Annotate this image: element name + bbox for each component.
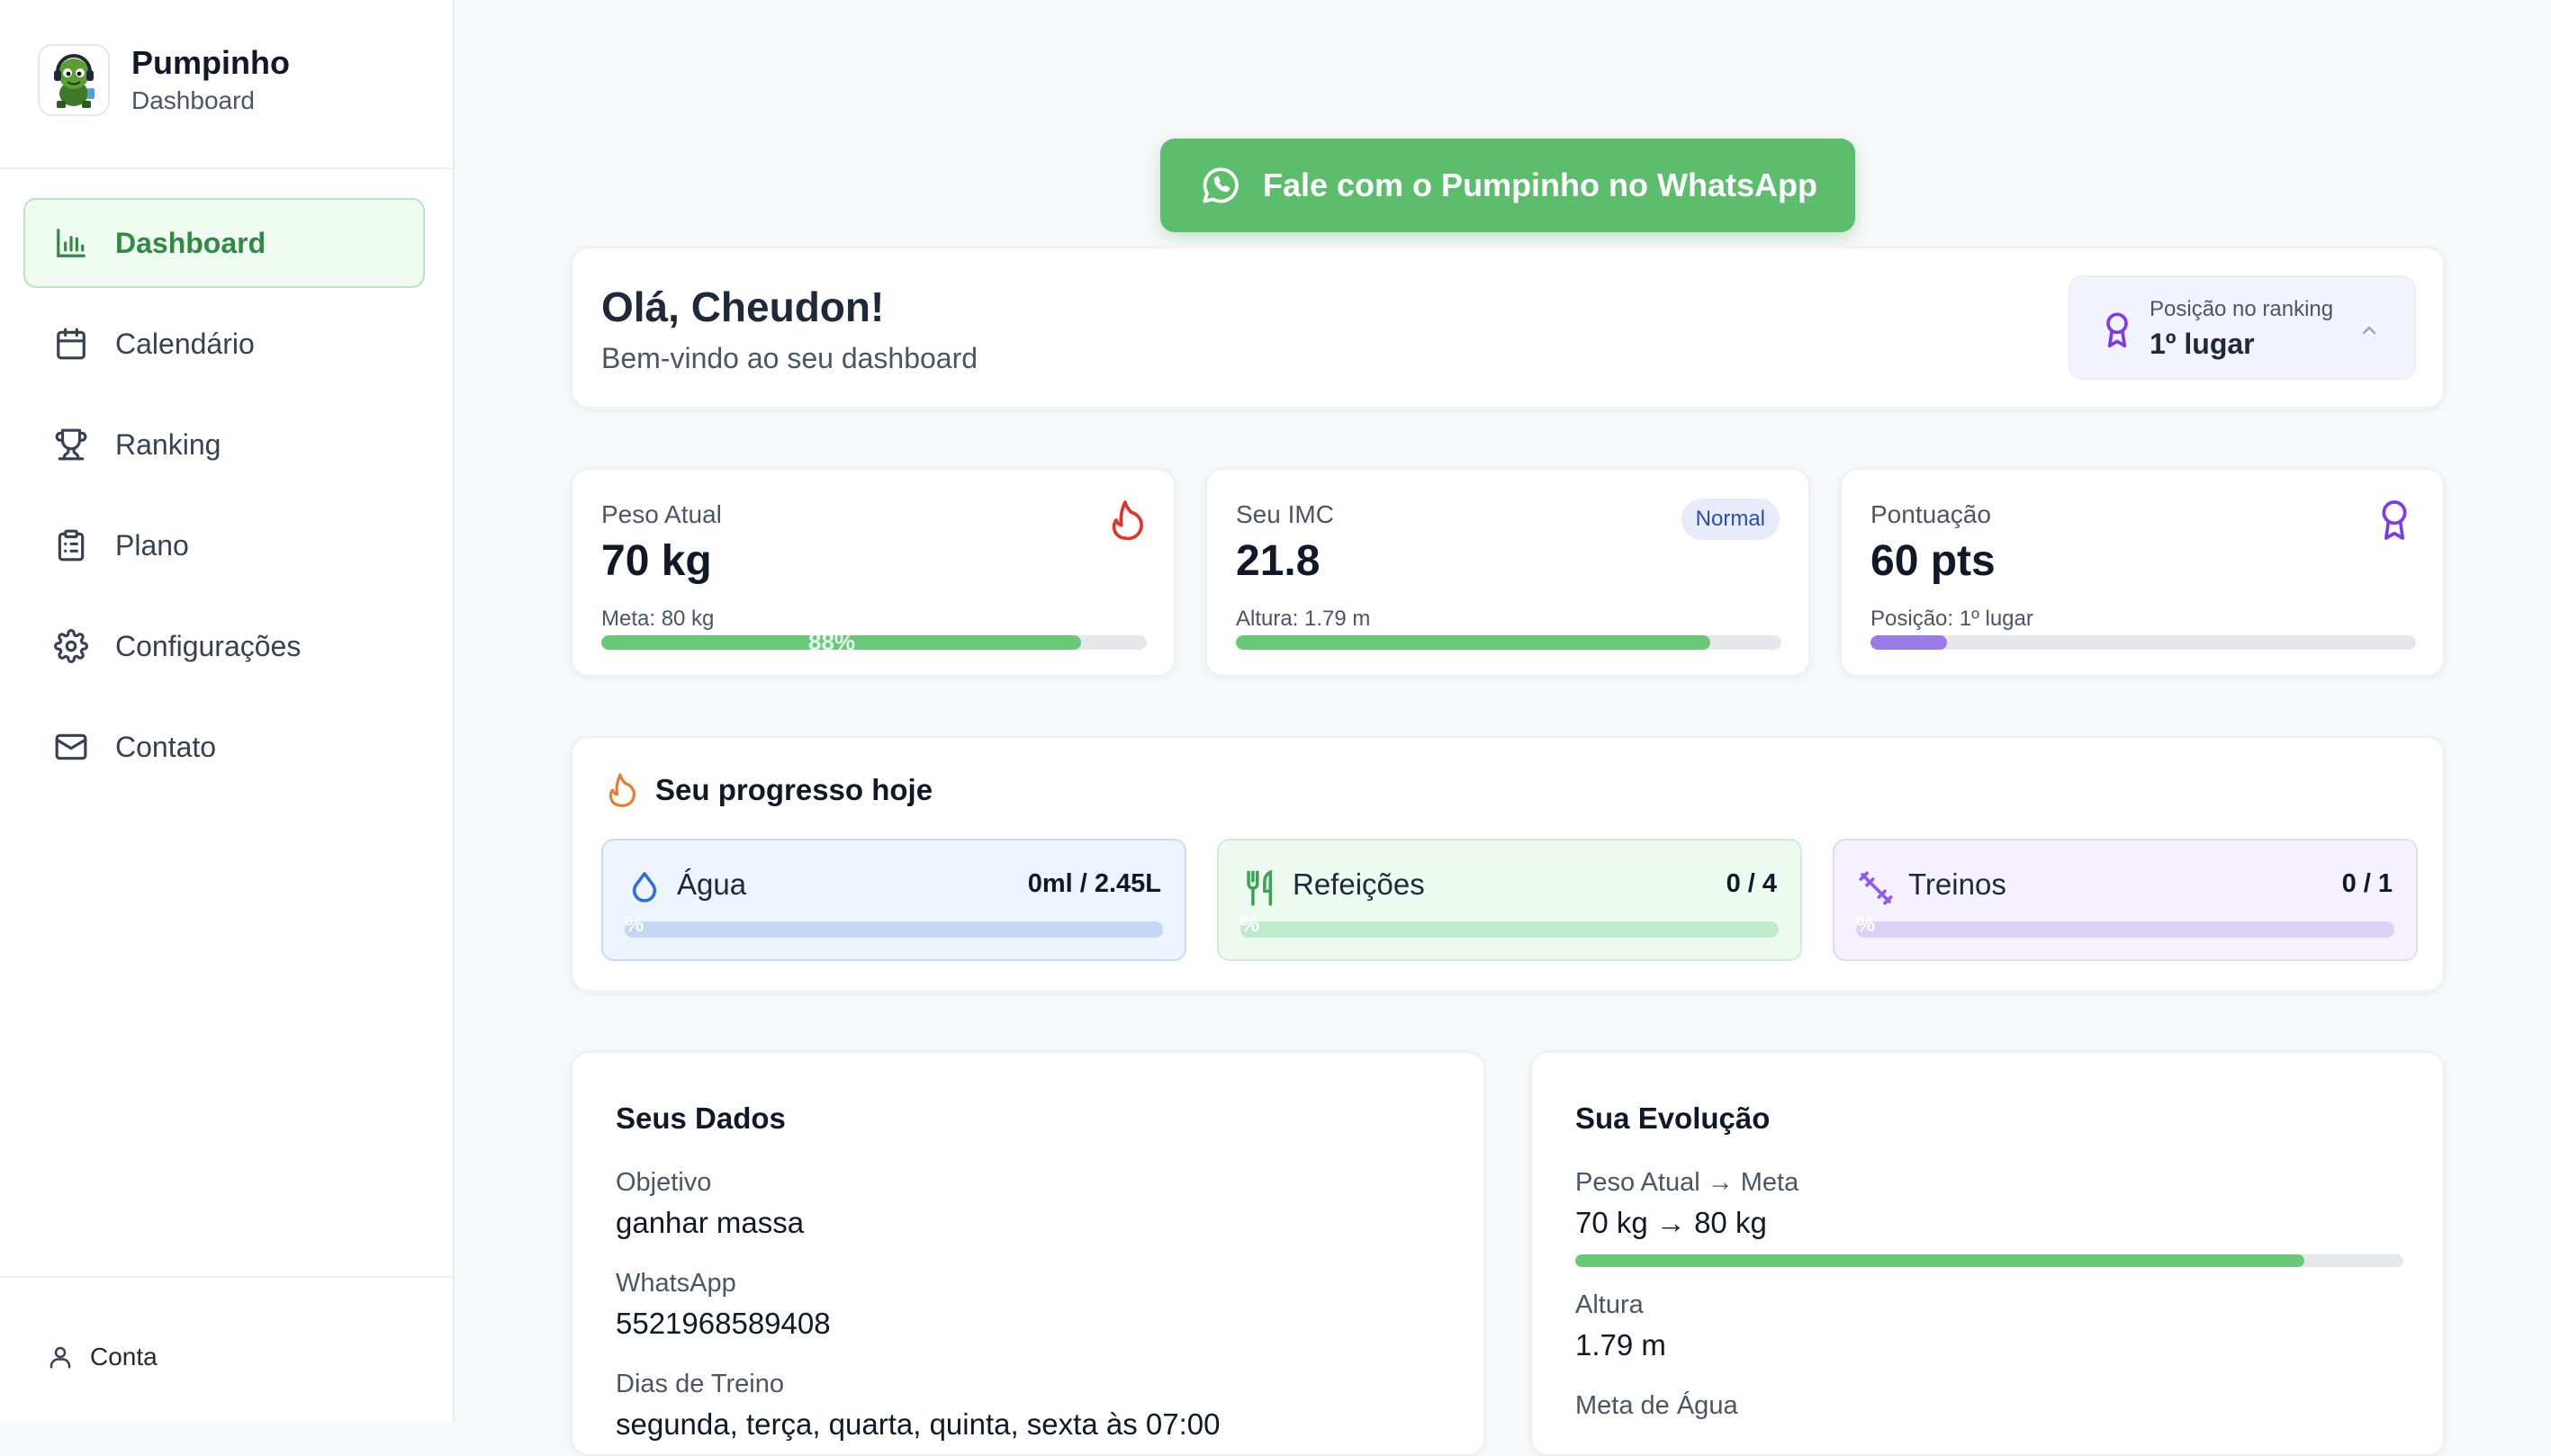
score-progress-bar xyxy=(1870,635,2416,650)
medal-icon xyxy=(2382,500,2407,540)
utensils-icon xyxy=(1247,869,1273,906)
sidebar-item-label: Dashboard xyxy=(115,226,266,259)
water-goal-label: Meta de Água xyxy=(1575,1391,1738,1420)
user-icon xyxy=(50,1346,71,1369)
ranking-position-dropdown[interactable]: Posição no ranking 1º lugar xyxy=(2069,275,2416,380)
sidebar-item-plano[interactable]: Plano xyxy=(23,500,425,590)
sidebar-item-dashboard[interactable]: Dashboard xyxy=(23,198,425,288)
whatsapp-button[interactable]: Fale com o Pumpinho no WhatsApp xyxy=(1160,139,1855,232)
meals-label: Refeições xyxy=(1293,867,1425,901)
sidebar: Pumpinho Dashboard Dashboard Calendário … xyxy=(0,0,455,1422)
whatsapp-button-label: Fale com o Pumpinho no WhatsApp xyxy=(1263,166,1817,203)
sidebar-item-label: Contato xyxy=(115,730,217,763)
height-label: Altura xyxy=(1575,1290,1644,1319)
welcome-subtitle: Bem-vindo ao seu dashboard xyxy=(601,342,978,374)
water-tile[interactable]: Água 0ml / 2.45L % xyxy=(601,839,1186,961)
frog-mascot-icon xyxy=(38,44,110,116)
sidebar-divider xyxy=(0,1276,453,1278)
user-data-card: Seus Dados Objetivo ganhar massa WhatsAp… xyxy=(571,1051,1485,1456)
score-progress-fill xyxy=(1870,635,1947,650)
sidebar-item-configuracoes[interactable]: Configurações xyxy=(23,601,425,691)
today-progress-title: Seu progresso hoje xyxy=(655,773,933,806)
chevron-up-icon xyxy=(2362,326,2376,335)
weight-progress-percent: 88% xyxy=(808,635,856,650)
whatsapp-label: WhatsApp xyxy=(616,1269,736,1298)
goal-value: ganhar massa xyxy=(616,1206,805,1239)
height-value: 1.79 m xyxy=(1575,1328,1666,1362)
status-badge: Normal xyxy=(1681,499,1780,540)
score-stat-card: Pontuação 60 pts Posição: 1º lugar xyxy=(1840,468,2445,677)
weight-label: Peso Atual xyxy=(601,500,722,528)
score-label: Pontuação xyxy=(1870,500,1991,528)
sidebar-item-contato[interactable]: Contato xyxy=(23,702,425,792)
evolution-card: Sua Evolução Peso Atual → Meta 70 kg → 8… xyxy=(1530,1051,2445,1456)
sidebar-item-label: Plano xyxy=(115,528,189,562)
sidebar-item-label: Ranking xyxy=(115,427,221,461)
ranking-label: Posição no ranking xyxy=(2150,297,2334,321)
gear-icon xyxy=(54,629,88,663)
dumbbell-icon xyxy=(1859,871,1893,905)
flame-icon xyxy=(1112,500,1143,541)
weight-value: 70 kg xyxy=(601,537,712,585)
bmi-stat-card: Seu IMC 21.8 Normal Altura: 1.79 m xyxy=(1205,468,1810,677)
weight-goal: Meta: 80 kg xyxy=(601,607,715,631)
account-link[interactable]: Conta xyxy=(47,1343,158,1371)
sidebar-item-label: Configurações xyxy=(115,629,302,662)
whatsapp-value: 5521968589408 xyxy=(616,1307,831,1340)
brand-subtitle: Dashboard xyxy=(131,86,255,114)
evolution-progress-fill xyxy=(1575,1254,2304,1267)
workouts-progress-bar xyxy=(1856,921,2394,938)
trophy-icon xyxy=(55,428,87,461)
droplet-icon xyxy=(632,872,657,903)
user-data-title: Seus Dados xyxy=(616,1101,786,1135)
score-position: Posição: 1º lugar xyxy=(1870,607,2033,631)
sidebar-divider xyxy=(0,167,453,169)
weight-progress-bar: 88% xyxy=(601,635,1147,650)
meals-progress-bar xyxy=(1240,921,1779,938)
flame-icon xyxy=(608,773,635,807)
training-days-value: segunda, terça, quarta, quinta, sexta às… xyxy=(616,1407,1221,1441)
weight-goal-label: Peso Atual → Meta xyxy=(1575,1168,1799,1197)
brand-title: Pumpinho xyxy=(131,44,290,81)
water-label: Água xyxy=(677,867,747,901)
mail-icon xyxy=(55,733,87,760)
sidebar-item-ranking[interactable]: Ranking xyxy=(23,400,425,490)
workouts-percent: % xyxy=(1856,912,1876,937)
score-value: 60 pts xyxy=(1870,537,1996,585)
evolution-progress-bar xyxy=(1575,1254,2403,1267)
medal-icon xyxy=(2106,312,2128,348)
workouts-count: 0 / 1 xyxy=(2341,869,2393,898)
water-count: 0ml / 2.45L xyxy=(1027,869,1161,898)
brand[interactable]: Pumpinho Dashboard xyxy=(38,43,290,117)
sidebar-nav: Dashboard Calendário Ranking Plano Confi… xyxy=(23,198,425,803)
bar-chart-icon xyxy=(57,229,86,257)
ranking-value: 1º lugar xyxy=(2150,328,2255,360)
sidebar-item-label: Calendário xyxy=(115,327,255,360)
bmi-progress-bar xyxy=(1236,635,1781,650)
water-progress-bar xyxy=(625,921,1163,938)
weight-goal-value: 70 kg → 80 kg xyxy=(1575,1206,1767,1239)
meals-count: 0 / 4 xyxy=(1726,869,1777,898)
workouts-tile[interactable]: Treinos 0 / 1 % xyxy=(1833,839,2418,961)
water-percent: % xyxy=(625,912,645,937)
meals-percent: % xyxy=(1240,912,1260,937)
meals-tile[interactable]: Refeições 0 / 4 % xyxy=(1217,839,1802,961)
account-label: Conta xyxy=(90,1343,158,1371)
height-info: Altura: 1.79 m xyxy=(1236,607,1371,631)
sidebar-item-calendario[interactable]: Calendário xyxy=(23,299,425,389)
whatsapp-icon xyxy=(1203,167,1239,203)
goal-label: Objetivo xyxy=(616,1168,712,1197)
calendar-icon xyxy=(57,328,86,360)
bmi-progress-fill xyxy=(1236,635,1711,650)
bmi-value: 21.8 xyxy=(1236,537,1321,585)
bmi-label: Seu IMC xyxy=(1236,500,1334,528)
workouts-label: Treinos xyxy=(1908,867,2006,901)
clipboard-icon xyxy=(58,529,85,562)
training-days-label: Dias de Treino xyxy=(616,1370,784,1398)
page-title: Olá, Cheudon! xyxy=(601,283,885,330)
today-progress-card: Seu progresso hoje Água 0ml / 2.45L % Re… xyxy=(571,736,2445,992)
welcome-card: Olá, Cheudon! Bem-vindo ao seu dashboard… xyxy=(571,247,2445,409)
evolution-title: Sua Evolução xyxy=(1575,1101,1771,1135)
weight-stat-card: Peso Atual 70 kg Meta: 80 kg 88% xyxy=(571,468,1176,677)
